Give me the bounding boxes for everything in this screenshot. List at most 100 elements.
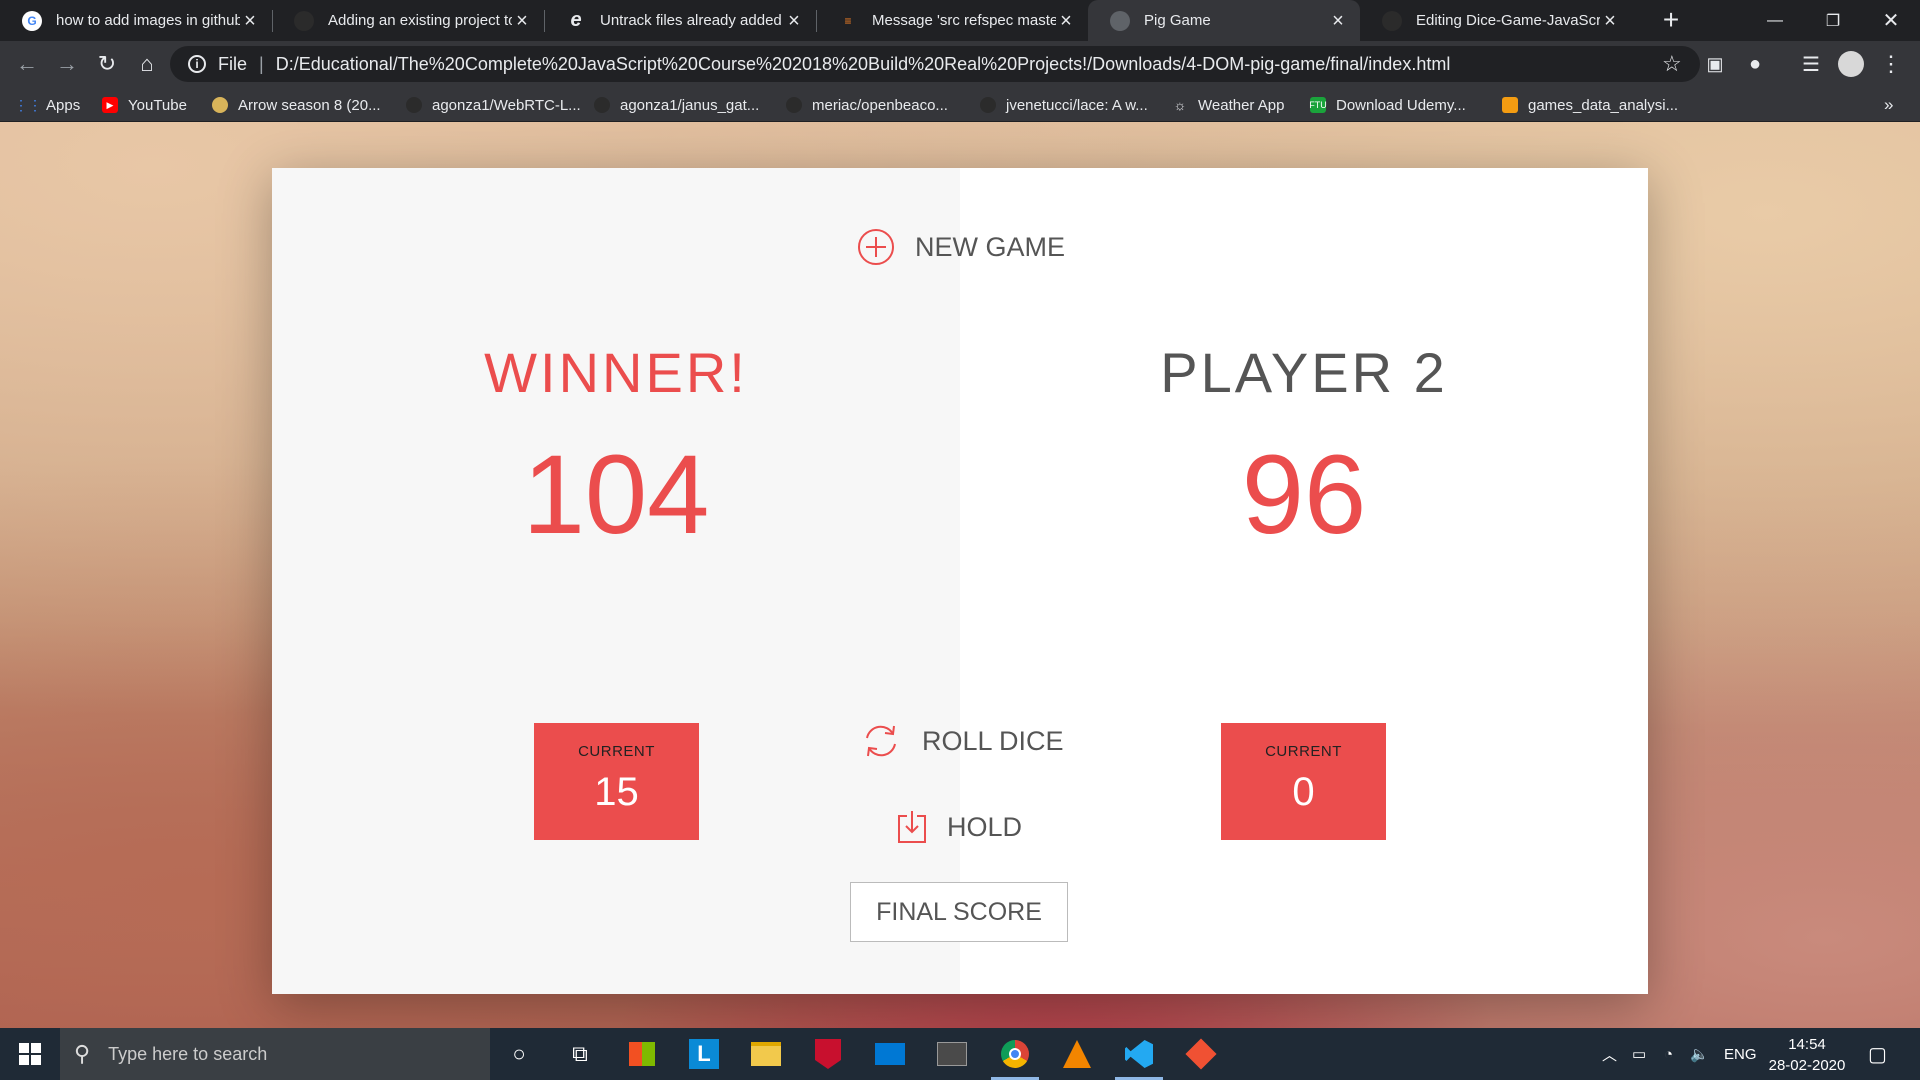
player-1-name: WINNER!	[484, 341, 748, 404]
taskbar: ⚲ Type here to search ○ ⧉ L ︿ ▭ ◔ 🔈 ENG …	[0, 1028, 1920, 1080]
windows-icon	[19, 1043, 41, 1065]
player-1-score: 104	[522, 432, 710, 557]
tab-adding-existing-project[interactable]: Adding an existing project to ×	[272, 0, 544, 41]
browser-toolbar: ← → ↻ ⌂ i File | D:/Educational/The%20Co…	[0, 41, 1920, 87]
minimize-button[interactable]: —	[1746, 0, 1804, 41]
show-hidden-icons[interactable]: ︿	[1602, 1028, 1617, 1080]
edge-icon: e	[570, 9, 582, 31]
github-icon	[786, 97, 802, 113]
info-icon[interactable]: i	[188, 55, 206, 73]
cortana-icon[interactable]: ○	[501, 1036, 537, 1072]
hold-label: HOLD	[947, 811, 1023, 842]
hold-button[interactable]: HOLD	[897, 810, 1022, 844]
extension-icon[interactable]: ▣	[1700, 49, 1730, 79]
mcafee-icon[interactable]	[810, 1036, 846, 1072]
player-1-current-score: 15	[594, 770, 639, 814]
address-bar[interactable]: i File | D:/Educational/The%20Complete%2…	[170, 46, 1700, 82]
bookmark-label: agonza1/janus_gat...	[620, 96, 760, 114]
notifications-icon[interactable]: ▢	[1868, 1028, 1887, 1080]
home-button[interactable]: ⌂	[132, 49, 162, 79]
language-indicator[interactable]: ENG	[1724, 1028, 1757, 1080]
new-tab-button[interactable]: +	[1656, 5, 1686, 35]
bookmark-udemy[interactable]: FTU Download Udemy...	[1309, 95, 1466, 115]
bookmark-games-data[interactable]: games_data_analysi...	[1502, 95, 1678, 115]
git-kraken-icon[interactable]	[1183, 1036, 1219, 1072]
bookmark-janus[interactable]: agonza1/janus_gat...	[594, 95, 759, 115]
download-icon	[898, 811, 926, 843]
search-icon: ⚲	[74, 1041, 91, 1066]
player-2-score: 96	[1241, 432, 1367, 557]
final-score-input[interactable]: FINAL SCORE	[850, 882, 1068, 942]
restore-button[interactable]: ❐	[1804, 0, 1862, 41]
vscode-icon[interactable]	[1115, 1036, 1163, 1080]
close-icon[interactable]: ×	[512, 11, 532, 31]
tab-src-refspec[interactable]: ≡ Message 'src refspec master ×	[816, 0, 1088, 41]
close-icon[interactable]: ×	[1328, 11, 1348, 31]
volume-icon[interactable]: 🔈	[1690, 1028, 1709, 1080]
bookmark-label: YouTube	[128, 96, 187, 114]
close-icon[interactable]: ×	[240, 11, 260, 31]
media-controls-icon[interactable]: ☰	[1796, 49, 1826, 79]
current-label: CURRENT	[578, 743, 655, 760]
vlc-icon[interactable]	[1059, 1036, 1095, 1072]
roll-dice-label: ROLL DICE	[922, 725, 1064, 756]
bookmark-label: agonza1/WebRTC-L...	[432, 96, 581, 114]
url-text[interactable]: D:/Educational/The%20Complete%20JavaScri…	[276, 54, 1662, 75]
reload-button[interactable]: ↻	[92, 49, 122, 79]
close-icon[interactable]: ×	[784, 11, 804, 31]
bookmark-arrow[interactable]: Arrow season 8 (20...	[212, 95, 381, 115]
avatar[interactable]	[1836, 49, 1866, 79]
tab-pig-game[interactable]: Pig Game ×	[1088, 0, 1360, 41]
bookmark-weather[interactable]: ☼ Weather App	[1172, 95, 1285, 115]
bookmark-webrtc[interactable]: agonza1/WebRTC-L...	[406, 95, 581, 115]
notebook-icon	[1502, 97, 1518, 113]
star-icon[interactable]: ☆	[1662, 51, 1692, 77]
taskbar-search[interactable]: ⚲ Type here to search	[60, 1028, 490, 1080]
bookmark-label: Arrow season 8 (20...	[238, 96, 381, 114]
bookmark-lace[interactable]: jvenetucci/lace: A w...	[980, 95, 1148, 115]
new-game-label: NEW GAME	[915, 231, 1066, 262]
new-game-button[interactable]: NEW GAME	[857, 228, 1065, 266]
file-explorer-icon[interactable]	[748, 1036, 784, 1072]
app-l-icon[interactable]: L	[686, 1036, 722, 1072]
github-icon	[1382, 10, 1402, 31]
close-icon[interactable]: ×	[1056, 11, 1076, 31]
bookmark-youtube[interactable]: ▶ YouTube	[102, 95, 187, 115]
forward-button[interactable]: →	[52, 49, 82, 79]
bookmark-label: Apps	[46, 96, 81, 114]
scheme-label: File	[218, 53, 248, 74]
bookmark-label: Weather App	[1198, 96, 1285, 114]
terminal-icon[interactable]	[934, 1036, 970, 1072]
tab-untrack-files[interactable]: e Untrack files already added t ×	[544, 0, 816, 41]
current-label: CURRENT	[1265, 743, 1342, 760]
player-2-current-box: CURRENT 0	[1221, 723, 1386, 840]
chrome-icon[interactable]	[991, 1036, 1039, 1080]
tab-strip: G how to add images in github × Adding a…	[0, 0, 1920, 41]
battery-icon[interactable]: ▭	[1632, 1028, 1646, 1080]
tab-title: Untrack files already added t	[600, 12, 784, 29]
player-1-current-box: CURRENT 15	[534, 723, 699, 840]
start-button[interactable]	[0, 1028, 60, 1080]
tab-title: Message 'src refspec master	[872, 12, 1056, 29]
wifi-icon[interactable]: ◔	[1664, 1028, 1673, 1080]
time: 14:54	[1788, 1036, 1826, 1053]
youtube-icon: ▶	[102, 97, 118, 113]
close-window-button[interactable]: ✕	[1862, 0, 1920, 41]
bookmark-apps[interactable]: ⋮⋮ Apps	[14, 95, 81, 115]
arrow-site-icon	[212, 97, 228, 113]
player-2-current-score: 0	[1292, 770, 1315, 814]
store-icon[interactable]	[624, 1036, 660, 1072]
tab-how-to-add-images[interactable]: G how to add images in github ×	[0, 0, 272, 41]
bookmarks-overflow-button[interactable]: »	[1884, 95, 1893, 115]
search-placeholder: Type here to search	[108, 1043, 268, 1064]
roll-dice-button[interactable]: ROLL DICE	[860, 720, 1064, 762]
tab-editing-dice-game[interactable]: Editing Dice-Game-JavaScrip ×	[1360, 0, 1632, 41]
bookmark-openbeacon[interactable]: meriac/openbeaco...	[786, 95, 948, 115]
task-view-icon[interactable]: ⧉	[562, 1036, 598, 1072]
menu-icon[interactable]: ⋮	[1876, 49, 1906, 79]
clock[interactable]: 14:54 28-02-2020	[1762, 1034, 1852, 1076]
close-icon[interactable]: ×	[1600, 11, 1620, 31]
back-button[interactable]: ←	[12, 49, 42, 79]
mail-icon[interactable]	[872, 1036, 908, 1072]
extension-icon[interactable]: ●	[1740, 49, 1770, 79]
